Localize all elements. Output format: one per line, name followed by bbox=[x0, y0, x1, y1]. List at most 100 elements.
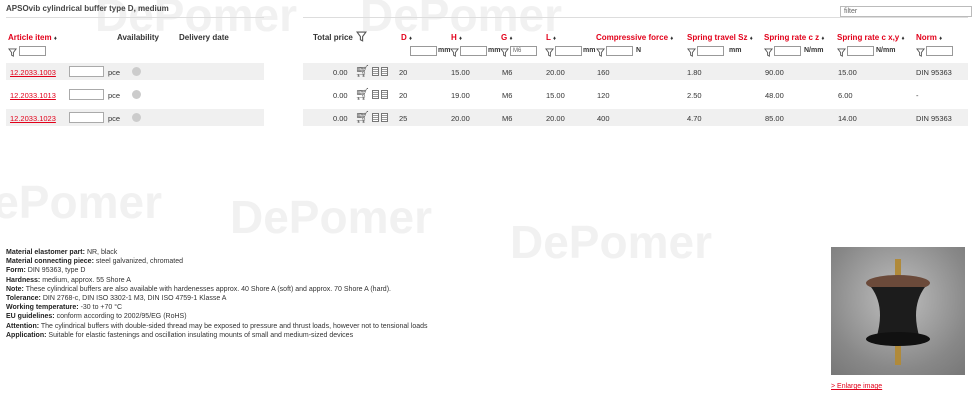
buffer-illustration bbox=[866, 259, 930, 365]
filter-funnel-icon[interactable] bbox=[545, 48, 554, 57]
cell-l: 20.00 bbox=[546, 114, 565, 123]
article-filter-input[interactable] bbox=[19, 46, 46, 56]
desc-line: Note: These cylindrical buffers are also… bbox=[6, 285, 391, 293]
datasheet-icon[interactable] bbox=[372, 66, 380, 76]
unit-label: pce bbox=[108, 68, 121, 77]
datasheet-icon[interactable] bbox=[372, 89, 380, 99]
cell-cxy: 14.00 bbox=[838, 114, 857, 123]
cell-g: M6 bbox=[502, 114, 513, 123]
col-header-compressive-force[interactable]: Compressive force ♦ bbox=[596, 33, 673, 42]
filter-funnel-icon[interactable] bbox=[8, 48, 17, 57]
article-link[interactable]: 12.2033.1023 bbox=[10, 114, 56, 123]
quantity-input[interactable] bbox=[69, 89, 104, 100]
cell-h: 19.00 bbox=[451, 91, 470, 100]
cell-h: 15.00 bbox=[451, 68, 470, 77]
filter-funnel-icon[interactable] bbox=[916, 48, 925, 57]
desc-line: Application: Suitable for elastic fasten… bbox=[6, 331, 354, 339]
col-header-g[interactable]: G ♦ bbox=[501, 33, 513, 42]
price: 0.00 bbox=[333, 68, 348, 77]
l-filter-input[interactable] bbox=[555, 46, 582, 56]
cell-l: 20.00 bbox=[546, 68, 565, 77]
desc-line: Tolerance: DIN 2768-c, DIN ISO 3302-1 M3… bbox=[6, 295, 227, 303]
cell-force: 160 bbox=[597, 68, 610, 77]
h-filter-input[interactable] bbox=[460, 46, 487, 56]
article-link[interactable]: 12.2033.1003 bbox=[10, 68, 56, 77]
col-header-article-item[interactable]: Article item ♦ bbox=[8, 33, 57, 42]
compressive-force-filter-input[interactable] bbox=[606, 46, 633, 56]
filter-funnel-icon[interactable] bbox=[450, 48, 459, 57]
watermark: DePomer bbox=[0, 176, 162, 228]
cart-icon[interactable]: 🛒︎ bbox=[355, 88, 370, 100]
product-image[interactable] bbox=[831, 247, 965, 375]
col-header-spring-rate-cz[interactable]: Spring rate c z ♦ bbox=[764, 33, 824, 42]
cell-d: 25 bbox=[399, 114, 408, 123]
filter-funnel-icon[interactable] bbox=[687, 48, 696, 57]
price: 0.00 bbox=[333, 114, 348, 123]
cell-norm: - bbox=[916, 91, 919, 100]
col-header-l[interactable]: L ♦ bbox=[546, 33, 556, 42]
cart-icon[interactable]: 🛒︎ bbox=[355, 111, 370, 123]
desc-line: Material elastomer part: NR, black bbox=[6, 249, 118, 256]
filter-input[interactable]: filter bbox=[840, 6, 972, 17]
filter-funnel-icon[interactable] bbox=[837, 48, 846, 57]
g-filter-input[interactable]: M6 bbox=[510, 46, 537, 56]
cell-force: 120 bbox=[597, 91, 610, 100]
desc-line: Hardness: medium, approx. 55 Shore A bbox=[6, 276, 131, 284]
product-description: Material elastomer part: NR, black Mater… bbox=[6, 248, 428, 340]
cell-g: M6 bbox=[502, 68, 513, 77]
row-actions: 🛒︎ bbox=[355, 88, 389, 100]
cart-icon[interactable]: 🛒︎ bbox=[355, 65, 370, 77]
cell-travel: 2.50 bbox=[687, 91, 702, 100]
availability-dot-icon bbox=[132, 90, 141, 99]
quantity-input[interactable] bbox=[69, 66, 104, 77]
cell-h: 20.00 bbox=[451, 114, 470, 123]
col-header-spring-rate-cxy[interactable]: Spring rate c x,y ♦ bbox=[837, 33, 905, 42]
availability-dot-icon bbox=[132, 67, 141, 76]
col-header-spring-travel[interactable]: Spring travel Sz ♦ bbox=[687, 33, 753, 42]
desc-line: Form: DIN 95363, type D bbox=[6, 267, 86, 275]
desc-line: Attention: The cylindrical buffers with … bbox=[6, 322, 428, 330]
watermark: DePomer bbox=[230, 191, 432, 243]
filter-funnel-icon[interactable] bbox=[596, 48, 605, 57]
cell-force: 400 bbox=[597, 114, 610, 123]
col-header-d[interactable]: D ♦ bbox=[401, 33, 412, 42]
norm-filter-input[interactable] bbox=[926, 46, 953, 56]
cell-travel: 1.80 bbox=[687, 68, 702, 77]
cad-icon[interactable] bbox=[381, 112, 389, 122]
unit-label: N/mm bbox=[876, 47, 896, 54]
cell-g: M6 bbox=[502, 91, 513, 100]
d-filter-input[interactable] bbox=[410, 46, 437, 56]
spring-rate-cz-filter-input[interactable] bbox=[774, 46, 801, 56]
unit-label: pce bbox=[108, 91, 121, 100]
cell-cxy: 6.00 bbox=[838, 91, 853, 100]
desc-line: Material connecting piece: steel galvani… bbox=[6, 258, 184, 266]
col-header-availability: Availability bbox=[117, 33, 159, 42]
cad-icon[interactable] bbox=[381, 89, 389, 99]
spring-rate-cxy-filter-input[interactable] bbox=[847, 46, 874, 56]
unit-label: mm bbox=[438, 47, 451, 54]
cell-cz: 48.00 bbox=[765, 91, 784, 100]
cad-icon[interactable] bbox=[381, 66, 389, 76]
filter-funnel-icon[interactable] bbox=[764, 48, 773, 57]
enlarge-image-link[interactable]: > Enlarge image bbox=[831, 383, 882, 390]
availability-dot-icon bbox=[132, 113, 141, 122]
cell-d: 20 bbox=[399, 91, 408, 100]
quantity-input[interactable] bbox=[69, 112, 104, 123]
divider bbox=[6, 17, 264, 18]
unit-label: mm bbox=[729, 47, 742, 54]
row-actions: 🛒︎ bbox=[355, 65, 389, 77]
unit-label: pce bbox=[108, 114, 121, 123]
col-header-norm[interactable]: Norm ♦ bbox=[916, 33, 942, 42]
watermark: DePomer bbox=[510, 216, 712, 268]
unit-label: mm bbox=[488, 47, 501, 54]
row-actions: 🛒︎ bbox=[355, 111, 389, 123]
article-link[interactable]: 12.2033.1013 bbox=[10, 91, 56, 100]
cell-norm: DIN 95363 bbox=[916, 68, 952, 77]
col-header-h[interactable]: H ♦ bbox=[451, 33, 462, 42]
cell-cz: 90.00 bbox=[765, 68, 784, 77]
filter-funnel-icon[interactable] bbox=[356, 31, 367, 42]
datasheet-icon[interactable] bbox=[372, 112, 380, 122]
spring-travel-filter-input[interactable] bbox=[697, 46, 724, 56]
filter-funnel-icon[interactable] bbox=[500, 48, 509, 57]
cell-l: 15.00 bbox=[546, 91, 565, 100]
